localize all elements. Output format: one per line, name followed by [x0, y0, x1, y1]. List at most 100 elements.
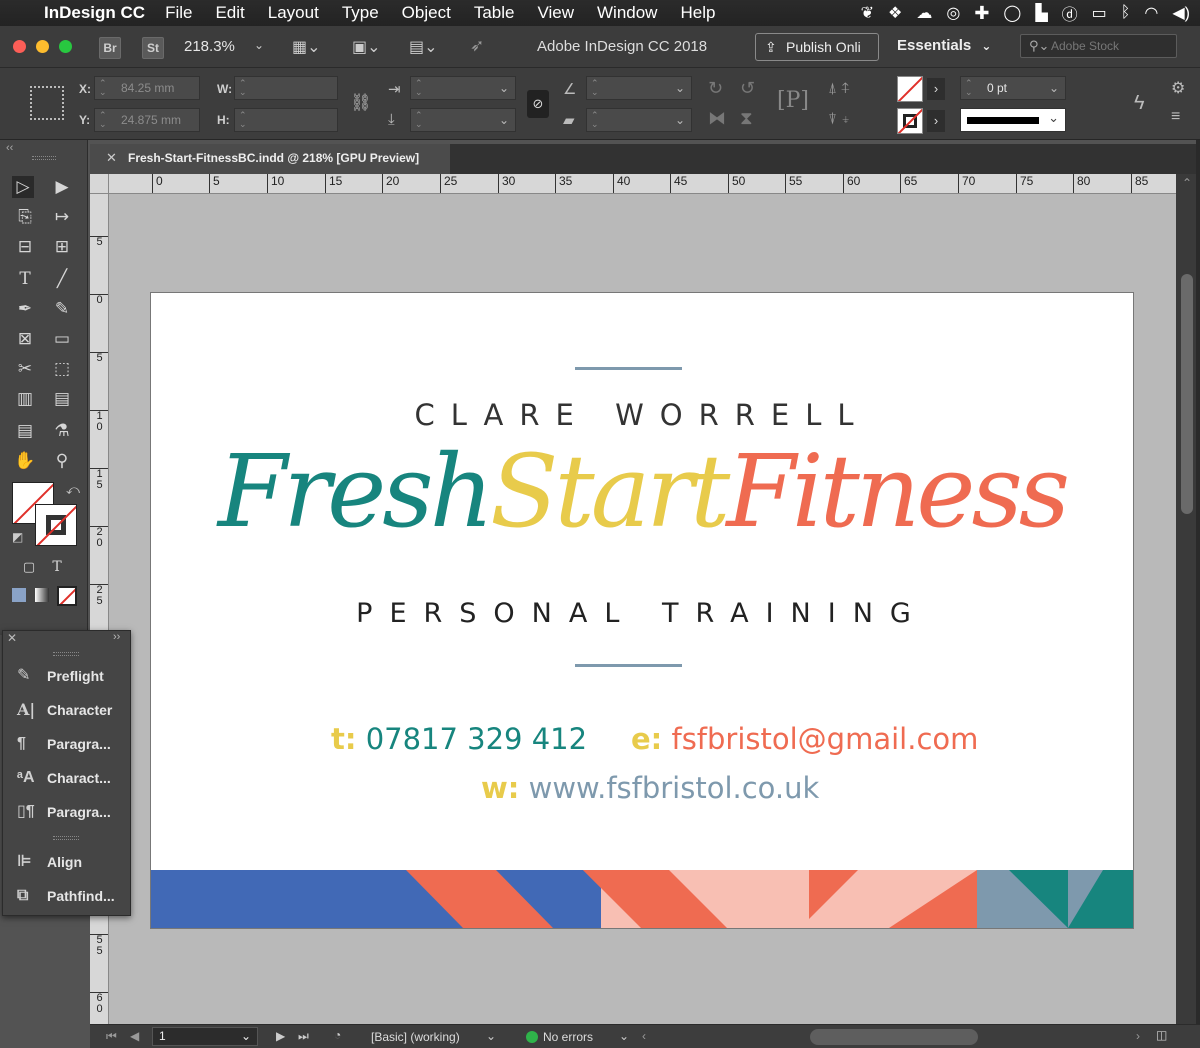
line-tool-icon[interactable]: ╱ [51, 268, 73, 290]
bridge-button[interactable]: Br [99, 37, 121, 59]
stepper-icon[interactable]: ⌃ ⌄ [965, 79, 975, 97]
chevron-down-icon[interactable]: ⌄ [254, 38, 264, 52]
fill-swatch[interactable] [897, 76, 923, 102]
card-name[interactable]: CLARE WORRELL [151, 398, 1133, 432]
chevron-down-icon[interactable]: ⌄ [675, 109, 685, 131]
feather-icon[interactable]: ➶ [470, 36, 484, 56]
link-scale-icon[interactable]: ⊘ [527, 90, 549, 118]
first-page-icon[interactable]: ⏮ [106, 1029, 117, 1044]
page-tool-icon[interactable]: ⎘ [14, 206, 36, 228]
quick-apply-icon[interactable]: ϟ [1134, 92, 1145, 115]
dropbox-icon[interactable]: ❖ [888, 3, 902, 23]
business-card-page[interactable]: CLARE WORRELL FreshStartFitness PERSONAL… [151, 293, 1133, 928]
stock-button[interactable]: St [142, 37, 164, 59]
phone-line[interactable]: t: 07817 329 412 [331, 722, 587, 756]
preflight-profile[interactable]: [Basic] (working) [371, 1030, 460, 1044]
chevron-down-icon[interactable]: ⌄ [1049, 77, 1059, 99]
pen-tool-icon[interactable]: ✒ [14, 298, 36, 320]
horizontal-ruler[interactable]: 0 5 10 15 20 25 30 35 40 45 50 55 60 65 70 75 80 85 [90, 174, 1176, 194]
app-menu[interactable]: InDesign CC [44, 3, 145, 23]
y-field[interactable]: ⌃ ⌄ 24.875 mm [94, 108, 200, 132]
gear-icon[interactable]: ⚙ [1171, 78, 1185, 98]
page-number-field[interactable]: 1 ⌄ [152, 1027, 258, 1046]
chevron-down-icon[interactable]: ⌄ [486, 1029, 496, 1043]
plus-icon[interactable]: ✚ [974, 3, 989, 24]
gap-tool-icon[interactable]: ↦ [51, 206, 73, 228]
menu-type[interactable]: Type [342, 3, 379, 23]
document-tab[interactable]: ✕ Fresh-Start-FitnessBC.indd @ 218% [GPU… [90, 144, 450, 174]
chevron-right-icon[interactable]: › [927, 78, 945, 100]
layout-icon[interactable]: ▙ [1035, 3, 1047, 23]
stepper-icon[interactable]: ⌃ ⌄ [415, 111, 425, 129]
expand-panel-icon[interactable]: ›› [113, 631, 120, 643]
stroke-color-box[interactable] [35, 504, 77, 546]
eyedropper-tool-icon[interactable]: ⚗ [51, 420, 73, 442]
panel-item-character-styles[interactable]: ᵃA Charact... [3, 763, 131, 793]
email-line[interactable]: e: fsfbristol@gmail.com [631, 722, 978, 756]
view-options-icon[interactable]: ▦⌄ [292, 37, 321, 57]
stroke-swatch[interactable] [897, 108, 923, 134]
apply-none-icon[interactable] [57, 586, 77, 606]
wifi-icon[interactable]: ◠ [1144, 3, 1158, 23]
formatting-container-icon[interactable]: ▢ [18, 556, 40, 578]
chevron-down-icon[interactable]: ⌄ [619, 1029, 629, 1043]
type-tool-icon[interactable]: T [14, 268, 36, 290]
width-field[interactable]: ⌃ ⌄ [234, 76, 338, 100]
scroll-thumb[interactable] [1181, 274, 1193, 514]
formatting-text-icon[interactable]: T [46, 556, 68, 578]
scroll-right-icon[interactable]: › [1136, 1029, 1140, 1043]
scissors-tool-icon[interactable]: ✂ [14, 358, 36, 380]
next-page-icon[interactable]: ▶ [276, 1029, 285, 1043]
menu-view[interactable]: View [537, 3, 574, 23]
reference-point-icon[interactable] [30, 86, 64, 120]
panel-item-paragraph-styles[interactable]: ▯¶ Paragra... [3, 797, 131, 827]
hand-tool-icon[interactable]: ✋ [14, 450, 36, 472]
stepper-icon[interactable]: ⌃ ⌄ [239, 79, 249, 97]
ruler-origin[interactable] [90, 174, 109, 193]
content-collector-icon[interactable]: ⊟ [14, 236, 36, 258]
menu-file[interactable]: File [165, 3, 192, 23]
panel-item-align[interactable]: ⊫ Align [3, 847, 131, 877]
split-window-icon[interactable]: ◫ [1156, 1028, 1167, 1042]
panel-item-preflight[interactable]: ✎ Preflight [3, 661, 131, 691]
close-tab-icon[interactable]: ✕ [106, 144, 117, 172]
direct-selection-tool-icon[interactable]: ▶ [51, 176, 73, 198]
select-content-icon[interactable]: ⍒ ⍖ [828, 111, 850, 128]
previous-page-icon[interactable]: ◀ [130, 1029, 139, 1043]
panel-menu-icon[interactable]: ≡ [1171, 108, 1180, 126]
select-container-icon[interactable]: ⍋ ⍏ [828, 80, 850, 97]
screen-mode-icon[interactable]: ▣⌄ [352, 37, 381, 57]
bottom-divider[interactable] [575, 664, 682, 667]
height-field[interactable]: ⌃ ⌄ [234, 108, 338, 132]
scroll-up-icon[interactable]: ⌃ [1182, 176, 1192, 190]
chevron-down-icon[interactable]: ⌄ [499, 109, 509, 131]
geometric-pattern-band[interactable] [151, 870, 1133, 928]
chevron-down-icon[interactable]: ⌄ [499, 77, 509, 99]
minimize-window-button[interactable] [36, 40, 49, 53]
stepper-icon[interactable]: ⌃ ⌄ [99, 111, 109, 129]
flip-vertical-icon[interactable]: ⧗ [740, 108, 753, 129]
stroke-weight-field[interactable]: ⌃ ⌄ 0 pt ⌄ [960, 76, 1066, 100]
apply-gradient-icon[interactable] [35, 588, 49, 602]
drop-icon[interactable]: ◯ [1003, 3, 1021, 23]
airplay-icon[interactable]: ▭ [1092, 3, 1107, 23]
bluetooth-icon[interactable]: ᛒ [1121, 4, 1131, 22]
stroke-type-dropdown[interactable]: ⌄ [960, 108, 1066, 132]
x-field[interactable]: ⌃ ⌄ 84.25 mm [94, 76, 200, 100]
constrain-proportions-icon[interactable]: ⛓ [350, 93, 372, 113]
shear-field[interactable]: ⌃ ⌄ ⌄ [586, 108, 692, 132]
horizontal-scroll-thumb[interactable] [810, 1029, 978, 1045]
swap-colors-icon[interactable]: ⤺ [66, 482, 80, 498]
gradient-swatch-tool-icon[interactable]: ▥ [14, 388, 36, 410]
adobe-stock-search[interactable]: ⚲⌄ Adobe Stock [1020, 34, 1177, 58]
card-tagline[interactable]: PERSONAL TRAINING [151, 598, 1133, 629]
rotate-field[interactable]: ⌃ ⌄ ⌄ [586, 76, 692, 100]
default-colors-icon[interactable]: ◩ [12, 530, 23, 544]
stepper-icon[interactable]: ⌃ ⌄ [239, 111, 249, 129]
zoom-level[interactable]: 218.3% [184, 38, 235, 55]
close-panel-icon[interactable]: ✕ [7, 631, 17, 645]
menu-object[interactable]: Object [402, 3, 451, 23]
arrange-documents-icon[interactable]: ▤⌄ [409, 37, 438, 57]
panel-item-pathfinder[interactable]: ⧉ Pathfind... [3, 881, 131, 911]
stepper-icon[interactable]: ⌃ ⌄ [591, 79, 601, 97]
